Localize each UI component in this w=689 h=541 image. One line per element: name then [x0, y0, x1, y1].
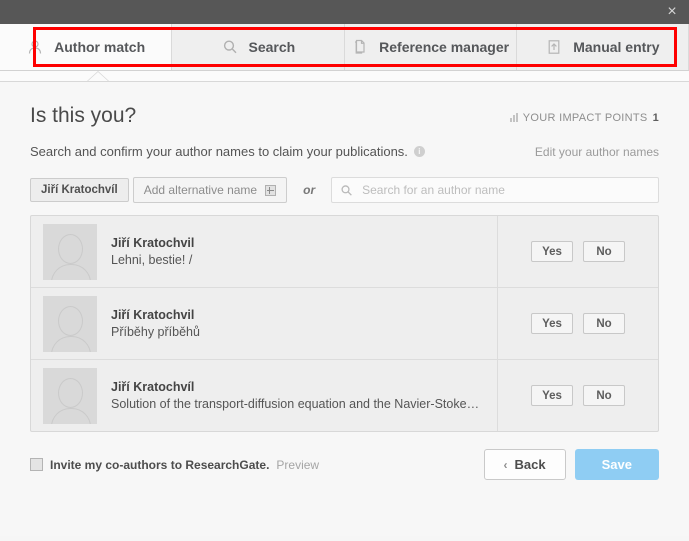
author-search-box[interactable] — [331, 177, 659, 203]
tab-search[interactable]: Search — [172, 24, 345, 70]
tab-strip: Author match Search Reference manager Ma… — [0, 24, 689, 71]
avatar-body — [51, 335, 91, 352]
result-text: Jiří Kratochvil Příběhy příběhů — [111, 308, 200, 339]
result-info: Jiří Kratochvil Lehni, bestie! / — [31, 216, 498, 287]
result-text: Jiří Kratochvíl Solution of the transpor… — [111, 380, 485, 411]
result-info: Jiří Kratochvil Příběhy příběhů — [31, 288, 498, 359]
yes-button[interactable]: Yes — [531, 241, 573, 262]
add-alternative-name-label: Add alternative name — [143, 183, 258, 197]
table-row[interactable]: Jiří Kratochvil Lehni, bestie! / Yes No — [31, 216, 658, 288]
bar-chart-icon — [509, 113, 518, 122]
avatar — [43, 367, 97, 424]
invite-coauthors-row: Invite my co-authors to ResearchGate. Pr… — [30, 458, 319, 472]
search-icon — [340, 184, 353, 197]
avatar-head — [58, 377, 83, 408]
active-tab-pointer — [0, 71, 689, 82]
result-actions: Yes No — [498, 360, 658, 431]
impact-points-label: YOUR IMPACT POINTS — [522, 111, 648, 124]
result-actions: Yes No — [498, 288, 658, 359]
author-results-list: Jiří Kratochvil Lehni, bestie! / Yes No … — [30, 215, 659, 432]
result-publication-title: Lehni, bestie! / — [111, 253, 193, 267]
chevron-left-icon: ‹ — [503, 457, 508, 472]
author-name-chip[interactable]: Jiří Kratochvíl — [30, 178, 129, 202]
person-icon — [26, 38, 44, 56]
result-author-name: Jiří Kratochvil — [111, 308, 195, 322]
page-subtitle: Search and confirm your author names to … — [30, 144, 425, 159]
save-button[interactable]: Save — [574, 449, 659, 480]
result-info: Jiří Kratochvíl Solution of the transpor… — [31, 360, 498, 431]
info-icon[interactable]: i — [413, 146, 425, 157]
no-button[interactable]: No — [583, 385, 625, 406]
impact-points: YOUR IMPACT POINTS 1 — [509, 111, 659, 124]
main-panel: Is this you? YOUR IMPACT POINTS 1 Search… — [0, 82, 689, 536]
document-icon — [351, 38, 369, 56]
result-author-name: Jiří Kratochvil — [111, 236, 195, 250]
table-row[interactable]: Jiří Kratochvil Příběhy příběhů Yes No — [31, 288, 658, 360]
result-text: Jiří Kratochvil Lehni, bestie! / — [111, 236, 194, 267]
invite-coauthors-checkbox[interactable] — [30, 458, 43, 471]
result-author-name: Jiří Kratochvíl — [111, 380, 195, 394]
preview-link[interactable]: Preview — [276, 458, 319, 472]
add-alternative-name-button[interactable]: Add alternative name — [132, 177, 288, 203]
search-icon — [221, 38, 239, 56]
table-row[interactable]: Jiří Kratochvíl Solution of the transpor… — [31, 360, 658, 431]
or-separator: or — [303, 183, 316, 197]
avatar — [43, 295, 97, 352]
tab-manual-entry-label: Manual entry — [573, 39, 660, 55]
tab-reference-manager[interactable]: Reference manager — [344, 24, 517, 70]
edit-author-names-link[interactable]: Edit your author names — [535, 145, 659, 159]
tab-author-match-label: Author match — [54, 39, 146, 55]
yes-button[interactable]: Yes — [531, 385, 573, 406]
back-button-label: Back — [514, 457, 546, 472]
plus-icon — [265, 184, 277, 196]
page-title: Is this you? — [30, 104, 137, 127]
page-subtitle-text: Search and confirm your author names to … — [30, 144, 408, 159]
avatar-body — [51, 263, 91, 280]
avatar-head — [58, 233, 83, 264]
header-row: Is this you? YOUR IMPACT POINTS 1 — [30, 82, 659, 128]
window-titlebar: × — [0, 0, 689, 24]
result-publication-title: Solution of the transport-diffusion equa… — [111, 397, 485, 411]
tab-search-label: Search — [248, 39, 296, 55]
no-button[interactable]: No — [583, 313, 625, 334]
back-button[interactable]: ‹ Back — [483, 449, 566, 480]
active-tab-pointer-fill — [88, 72, 108, 81]
footer: Invite my co-authors to ResearchGate. Pr… — [30, 449, 659, 480]
author-search-input[interactable] — [360, 182, 650, 198]
invite-coauthors-label: Invite my co-authors to ResearchGate. — [50, 457, 270, 472]
result-publication-title: Příběhy příběhů — [111, 325, 200, 339]
result-actions: Yes No — [498, 216, 658, 287]
tab-author-match[interactable]: Author match — [0, 24, 173, 70]
subtitle-row: Search and confirm your author names to … — [30, 144, 659, 159]
tab-manual-entry[interactable]: Manual entry — [516, 24, 689, 70]
avatar-head — [58, 305, 83, 336]
upload-document-icon — [545, 38, 563, 56]
footer-buttons: ‹ Back Save — [483, 449, 659, 480]
avatar-body — [51, 407, 91, 424]
avatar — [43, 223, 97, 280]
impact-points-value: 1 — [652, 111, 659, 124]
no-button[interactable]: No — [583, 241, 625, 262]
author-names-row: Jiří Kratochvíl Add alternative name or — [30, 177, 659, 203]
tab-reference-manager-label: Reference manager — [379, 39, 510, 55]
yes-button[interactable]: Yes — [531, 313, 573, 334]
close-icon[interactable]: × — [661, 1, 683, 23]
